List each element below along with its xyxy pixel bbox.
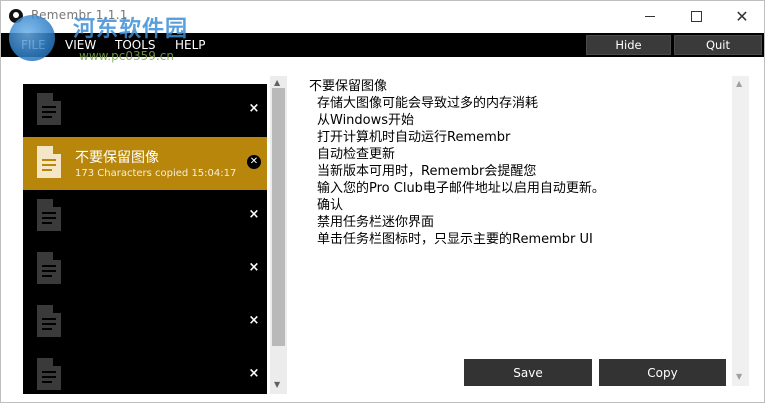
remove-item-icon[interactable]: × bbox=[247, 102, 261, 116]
copy-button[interactable]: Copy bbox=[599, 359, 726, 386]
list-scroll-thumb[interactable] bbox=[272, 88, 285, 346]
content-line: 从Windows开始 bbox=[317, 113, 415, 128]
remove-item-icon[interactable]: × bbox=[247, 314, 261, 328]
document-icon bbox=[37, 252, 61, 284]
document-icon bbox=[37, 199, 61, 231]
content-line: 自动检查更新 bbox=[317, 147, 396, 162]
list-item[interactable]: × bbox=[23, 349, 267, 394]
content-line: 确认 bbox=[317, 198, 344, 213]
document-icon bbox=[37, 93, 61, 125]
menu-bar: FILE VIEW TOOLS HELP Hide Quit bbox=[1, 33, 764, 57]
document-icon bbox=[37, 305, 61, 337]
remove-item-icon[interactable]: × bbox=[247, 261, 261, 275]
list-item[interactable]: × bbox=[23, 296, 267, 349]
menu-view[interactable]: VIEW bbox=[65, 38, 96, 52]
content-line: 当新版本可用时，Remembr会提醒您 bbox=[317, 164, 537, 179]
app-window: Remembr 1.1.1 ✕ FILE VIEW TOOLS HELP Hid… bbox=[0, 0, 765, 403]
item-subtitle: 173 Characters copied 15:04:17 bbox=[75, 168, 237, 179]
scroll-up-icon[interactable]: ▲ bbox=[736, 79, 742, 88]
document-icon bbox=[37, 146, 61, 178]
content-line: 输入您的Pro Club电子邮件地址以启用自动更新。 bbox=[317, 181, 605, 196]
content-line: 不要保留图像 bbox=[309, 79, 388, 94]
menu-file[interactable]: FILE bbox=[21, 38, 46, 52]
minimize-icon bbox=[645, 16, 655, 17]
minimize-button[interactable] bbox=[627, 1, 673, 32]
save-button[interactable]: Save bbox=[464, 359, 592, 386]
scroll-down-icon[interactable]: ▼ bbox=[736, 372, 742, 381]
list-item[interactable]: × bbox=[23, 243, 267, 296]
scroll-up-icon[interactable]: ▲ bbox=[274, 78, 280, 87]
close-icon: ✕ bbox=[735, 6, 749, 26]
title-bar: Remembr 1.1.1 ✕ bbox=[1, 1, 764, 32]
app-icon bbox=[9, 9, 23, 23]
document-icon bbox=[37, 358, 61, 390]
menu-tools[interactable]: TOOLS bbox=[115, 38, 156, 52]
content-line: 单击任务栏图标时，只显示主要的Remembr UI bbox=[317, 232, 593, 247]
quit-button[interactable]: Quit bbox=[674, 35, 762, 55]
content-line: 打开计算机时自动运行Remembr bbox=[317, 130, 511, 145]
remove-item-icon[interactable]: × bbox=[247, 367, 261, 381]
remove-item-icon[interactable]: × bbox=[247, 208, 261, 222]
hide-button[interactable]: Hide bbox=[586, 35, 671, 55]
menu-help[interactable]: HELP bbox=[175, 38, 206, 52]
close-window-button[interactable]: ✕ bbox=[719, 1, 764, 32]
clipboard-history-list: × 不要保留图像 173 Characters copied 15:04:17 … bbox=[23, 84, 267, 394]
content-line: 禁用任务栏迷你界面 bbox=[317, 215, 435, 230]
list-item[interactable]: × bbox=[23, 84, 267, 137]
remove-item-icon[interactable]: ✕ bbox=[247, 155, 261, 169]
item-title: 不要保留图像 bbox=[75, 150, 159, 166]
window-title: Remembr 1.1.1 bbox=[31, 8, 128, 22]
list-scrollbar[interactable]: ▲ ▼ bbox=[270, 76, 287, 394]
list-item[interactable]: × bbox=[23, 190, 267, 243]
maximize-button[interactable] bbox=[673, 1, 719, 32]
scroll-down-icon[interactable]: ▼ bbox=[274, 380, 280, 389]
clip-content-text[interactable]: 不要保留图像 存储大图像可能会导致过多的内存消耗 从Windows开始 打开计算… bbox=[301, 76, 731, 386]
maximize-icon bbox=[690, 11, 702, 22]
list-item-selected[interactable]: 不要保留图像 173 Characters copied 15:04:17 ✕ bbox=[23, 137, 267, 190]
content-line: 存储大图像可能会导致过多的内存消耗 bbox=[317, 96, 539, 111]
content-scrollbar[interactable]: ▲ ▼ bbox=[732, 76, 749, 386]
